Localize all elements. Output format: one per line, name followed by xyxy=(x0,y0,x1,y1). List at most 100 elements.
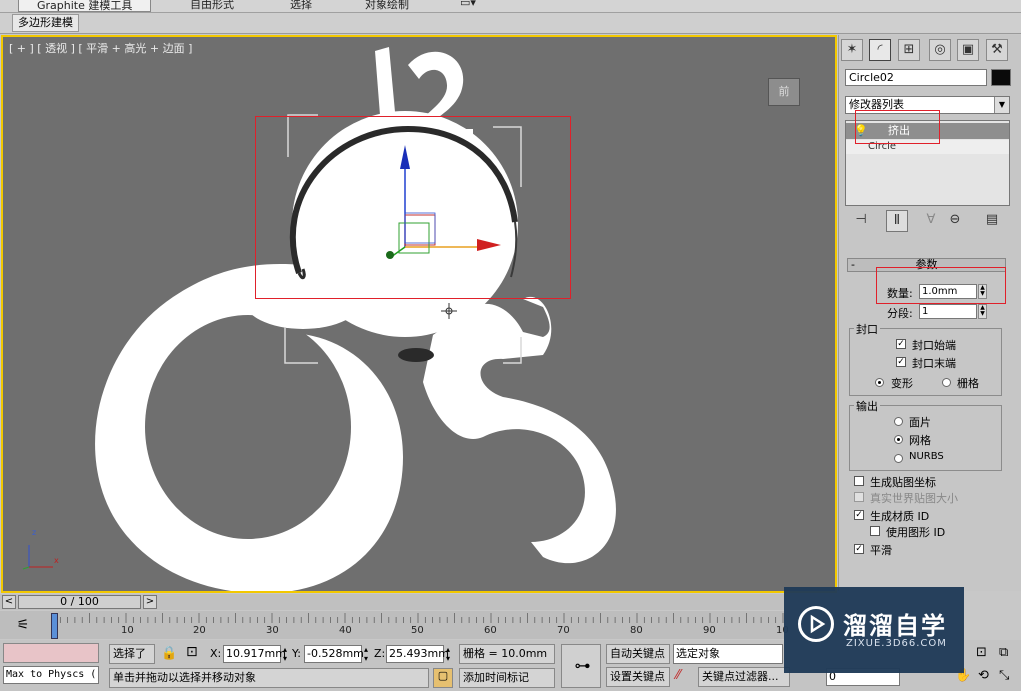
make-unique-icon[interactable]: ∀ xyxy=(921,210,941,230)
set-key-button[interactable]: 设置关键点 xyxy=(606,667,670,687)
digit-one-mesh xyxy=(375,47,395,115)
time-tag-icon[interactable]: ▢ xyxy=(433,668,453,688)
ribbon-options-icon[interactable]: ▭▾ xyxy=(460,0,476,9)
gen-mat-ids-checkbox[interactable]: ✓ xyxy=(854,510,864,520)
tab-graphite[interactable]: Graphite 建模工具 xyxy=(18,0,152,12)
grid-radio[interactable] xyxy=(942,378,951,387)
pin-stack-icon[interactable]: ⊣ xyxy=(851,210,871,230)
x-spinner[interactable]: ▴ ▾ xyxy=(283,645,287,663)
nurbs-radio[interactable] xyxy=(894,454,903,463)
cap-start-checkbox[interactable]: ✓ xyxy=(896,339,906,349)
smooth-label: 平滑 xyxy=(870,544,892,557)
auto-key-button[interactable]: 自动关键点 xyxy=(606,644,670,664)
remove-modifier-icon[interactable]: ⊖ xyxy=(945,210,965,230)
six-inner-hole xyxy=(145,315,351,539)
z-spinner[interactable]: ▴ ▾ xyxy=(446,645,450,663)
highlight-box-extrude xyxy=(855,110,940,144)
previous-frame-button[interactable]: < xyxy=(2,595,16,609)
play-logo-icon xyxy=(798,606,834,642)
zoom-extents-icon[interactable]: ⊡ xyxy=(976,645,987,660)
lock-icon[interactable]: 🔒 xyxy=(161,646,177,661)
set-key-icon[interactable]: ⊶ xyxy=(561,644,601,688)
axis-z-label: z xyxy=(32,528,37,537)
x-coord-field[interactable]: 10.917mm xyxy=(223,645,286,663)
curve-editor-icon[interactable]: ⚟ xyxy=(12,617,34,635)
tick-label: 80 xyxy=(630,625,643,636)
gen-map-coords-label: 生成贴图坐标 xyxy=(870,476,936,489)
segments-field[interactable]: 1 xyxy=(919,304,977,319)
segments-label: 分段: xyxy=(887,307,913,320)
grid-label: 栅格 xyxy=(957,377,979,390)
y-coord-label: Y: xyxy=(292,647,301,660)
patch-radio[interactable] xyxy=(894,417,903,426)
use-shape-ids-checkbox[interactable] xyxy=(870,526,880,536)
maximize-viewport-icon[interactable]: ⤡ xyxy=(999,668,1009,683)
orbit-icon[interactable]: ⟲ xyxy=(978,668,989,683)
cap-start-label: 封口始端 xyxy=(912,339,956,352)
segments-spinner[interactable]: ▲ ▼ xyxy=(978,304,987,319)
viewcube[interactable]: 前 xyxy=(768,78,800,106)
perspective-viewport[interactable]: z x [ + ] [ 透视 ] [ 平滑 + 高光 + 边面 ] 前 xyxy=(1,35,837,593)
mesh-label: 网格 xyxy=(909,434,931,447)
add-time-tag-button[interactable]: 添加时间标记 xyxy=(459,668,555,688)
zoom-all-icon[interactable]: ⧉ xyxy=(999,645,1008,660)
nurbs-label: NURBS xyxy=(909,451,944,462)
capping-title: 封口 xyxy=(854,321,880,337)
create-tab-icon[interactable]: ✶ xyxy=(841,39,863,61)
morph-radio[interactable] xyxy=(875,378,884,387)
output-title: 输出 xyxy=(854,398,880,414)
configure-sets-icon[interactable]: ▤ xyxy=(982,210,1002,230)
real-world-map-checkbox[interactable] xyxy=(854,492,864,502)
object-color-swatch[interactable] xyxy=(991,69,1011,86)
key-tangent-icon[interactable]: ⁄⁄ xyxy=(676,668,680,683)
axis-x-label: x xyxy=(54,556,59,565)
prompt-line: 单击并拖动以选择并移动对象 xyxy=(109,668,429,688)
grid-size-readout: 栅格 = 10.0mm xyxy=(459,644,555,664)
ribbon-tab-bar: Graphite 建模工具 自由形式 选择 对象绘制 ▭▾ xyxy=(0,0,1021,13)
maxscript-input[interactable]: Max to Physcs ( xyxy=(3,666,99,684)
watermark-name: 溜溜自学 xyxy=(843,612,947,640)
display-tab-icon[interactable]: ▣ xyxy=(957,39,979,61)
track-ruler xyxy=(52,613,784,623)
motion-tab-icon[interactable]: ◎ xyxy=(929,39,951,61)
tick-label: 60 xyxy=(484,625,497,636)
world-axis-tripod xyxy=(22,545,53,570)
tick-label: 50 xyxy=(411,625,424,636)
gen-map-coords-checkbox[interactable] xyxy=(854,476,864,486)
key-filters-button[interactable]: 关键点过滤器... xyxy=(698,667,790,687)
tick-label: 20 xyxy=(193,625,206,636)
time-marker[interactable] xyxy=(51,613,58,639)
absolute-mode-icon[interactable]: ⊡ xyxy=(186,644,198,660)
tab-object-paint[interactable]: 对象绘制 xyxy=(365,0,409,12)
y-spinner[interactable]: ▴ ▾ xyxy=(364,645,368,663)
tick-label: 40 xyxy=(339,625,352,636)
highlight-box-circle xyxy=(255,116,571,299)
tab-selection[interactable]: 选择 xyxy=(290,0,312,12)
gen-mat-ids-label: 生成材质 ID xyxy=(870,510,930,523)
cap-end-checkbox[interactable]: ✓ xyxy=(896,357,906,367)
modify-tab-icon[interactable]: ◜ xyxy=(869,39,891,61)
morph-label: 变形 xyxy=(891,377,913,390)
z-coord-field[interactable]: 25.493mm xyxy=(386,645,449,663)
selected-object-dropdown[interactable]: 选定对象 xyxy=(673,644,783,664)
mesh-radio[interactable] xyxy=(894,435,903,444)
z-coord-label: Z: xyxy=(374,647,386,660)
hierarchy-tab-icon[interactable]: ⊞ xyxy=(898,39,920,61)
smooth-checkbox[interactable]: ✓ xyxy=(854,544,864,554)
maxscript-listener-output[interactable] xyxy=(3,643,99,663)
watermark-url: ZIXUE.3D66.COM xyxy=(846,638,947,649)
object-name-field[interactable]: Circle02 xyxy=(845,69,987,86)
patch-label: 面片 xyxy=(909,416,931,429)
show-end-result-icon[interactable]: Ⅱ xyxy=(886,210,908,232)
y-coord-field[interactable]: -0.528mm xyxy=(304,645,364,663)
polygon-modeling-button[interactable]: 多边形建模 xyxy=(12,14,79,32)
time-slider-handle[interactable]: 0 / 100 xyxy=(18,595,141,609)
tick-label: 90 xyxy=(703,625,716,636)
tab-freeform[interactable]: 自由形式 xyxy=(190,0,234,12)
utilities-tab-icon[interactable]: ⚒ xyxy=(986,39,1008,61)
selection-status: 选择了 xyxy=(109,644,155,664)
next-frame-button[interactable]: > xyxy=(143,595,157,609)
tick-label: 10 xyxy=(121,625,134,636)
viewport-label[interactable]: [ + ] [ 透视 ] [ 平滑 + 高光 + 边面 ] xyxy=(9,40,192,56)
cap-end-label: 封口末端 xyxy=(912,357,956,370)
